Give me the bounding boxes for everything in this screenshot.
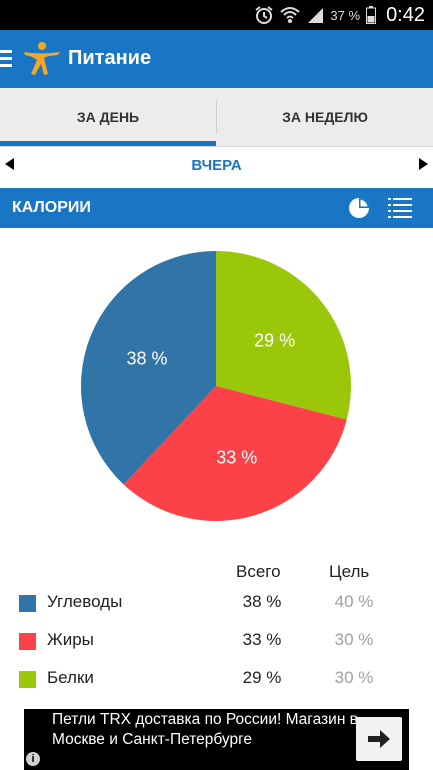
pie-slice-label-1: 33 % [216,447,257,467]
page-title: Питание [68,47,152,69]
wifi-icon [280,7,301,23]
clock: 0:42 [386,3,425,26]
selected-tab-indicator [0,141,216,146]
pie-slice-label-2: 29 % [254,330,295,350]
status-bar: 37 % 0:42 [0,0,433,30]
fats-label: Жиры [47,630,94,649]
protein-label: Белки [47,668,94,687]
ad-banner[interactable]: i Петли TRX доставка по России! Магазин … [24,709,409,770]
logo-icon [24,42,60,75]
fats-total: 33 % [242,630,282,649]
section-title: КАЛОРИИ [12,199,91,216]
tab-day[interactable]: ЗА ДЕНЬ [0,88,216,146]
carbs-total: 38 % [242,592,282,611]
column-header-goal: Цель [329,562,370,581]
carbs-color-swatch [19,595,36,612]
column-header-total: Всего [236,562,281,581]
legend-row-protein: Белки 29 % 30 % [0,660,433,698]
carbs-goal: 40 % [334,592,374,611]
legend-row-carbs: Углеводы 38 % 40 % [0,584,433,622]
section-header: КАЛОРИИ [0,188,433,228]
protein-goal: 30 % [334,668,374,687]
selected-day-label[interactable]: ВЧЕРА [0,157,433,174]
carbs-label: Углеводы [47,592,123,611]
tab-week[interactable]: ЗА НЕДЕЛЮ [217,88,433,146]
battery-icon [366,6,377,24]
legend-row-fats: Жиры 33 % 30 % [0,622,433,660]
battery-percent: 37 % [330,7,361,23]
next-day-arrow-icon[interactable] [419,158,428,170]
protein-total: 29 % [242,668,282,687]
list-view-icon[interactable] [388,197,412,219]
alarm-icon [255,6,274,24]
signal-icon [308,8,324,23]
pie-slice-label-0: 38 % [126,349,167,369]
fats-goal: 30 % [334,630,374,649]
ad-open-button[interactable] [356,717,402,761]
ad-text[interactable]: Петли TRX доставка по России! Магазин в … [52,710,362,750]
calories-pie-chart: 29 % 33 % 38 % [81,251,351,521]
protein-color-swatch [19,671,36,688]
tab-bar: ЗА ДЕНЬ ЗА НЕДЕЛЮ [0,88,433,147]
ad-info-icon[interactable]: i [26,752,40,766]
app-bar: Питание [0,30,433,88]
day-navigator: ВЧЕРА [0,147,433,187]
pie-chart-icon[interactable] [348,197,370,219]
arrow-right-icon [368,730,390,748]
menu-icon[interactable] [0,50,12,68]
fats-color-swatch [19,633,36,650]
